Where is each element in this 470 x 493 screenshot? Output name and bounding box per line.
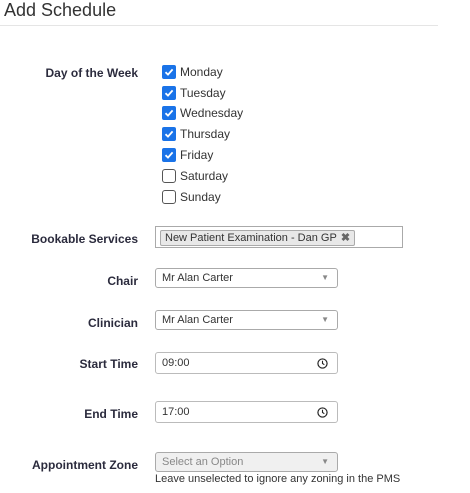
- chevron-down-icon: ▼: [321, 273, 329, 282]
- checkbox-monday[interactable]: [162, 65, 176, 79]
- clinician-label: Clinician: [87, 316, 138, 330]
- end-time-input[interactable]: 17:00: [155, 401, 338, 423]
- start-time-value: 09:00: [162, 357, 190, 369]
- clock-icon[interactable]: [317, 407, 328, 418]
- end-time-value: 17:00: [162, 406, 190, 418]
- day-option-thursday[interactable]: Thursday: [162, 125, 230, 143]
- bookable-services-label: Bookable Services: [31, 232, 138, 246]
- day-label-saturday: Saturday: [180, 169, 229, 183]
- day-label-monday: Monday: [180, 65, 223, 79]
- day-label-thursday: Thursday: [180, 127, 231, 141]
- clinician-select-value: Mr Alan Carter: [162, 314, 233, 326]
- day-option-monday[interactable]: Monday: [162, 63, 223, 81]
- title-divider: [0, 25, 438, 26]
- checkbox-sunday[interactable]: [162, 190, 176, 204]
- chair-label: Chair: [107, 274, 138, 288]
- appointment-zone-select[interactable]: Select an Option ▼: [155, 452, 338, 472]
- checkbox-thursday[interactable]: [162, 127, 176, 141]
- chevron-down-icon: ▼: [321, 457, 329, 466]
- end-time-label: End Time: [84, 407, 138, 421]
- day-label-wednesday: Wednesday: [180, 106, 244, 120]
- start-time-label: Start Time: [79, 357, 138, 371]
- selected-service-tag-label: New Patient Examination - Dan GP: [165, 232, 337, 244]
- chair-select[interactable]: Mr Alan Carter ▼: [155, 268, 338, 288]
- checkbox-friday[interactable]: [162, 148, 176, 162]
- day-option-sunday[interactable]: Sunday: [162, 188, 221, 206]
- start-time-input[interactable]: 09:00: [155, 352, 338, 374]
- clock-icon[interactable]: [317, 358, 328, 369]
- checkbox-saturday[interactable]: [162, 169, 176, 183]
- day-option-friday[interactable]: Friday: [162, 146, 213, 164]
- checkmark-icon: [164, 151, 174, 159]
- day-option-saturday[interactable]: Saturday: [162, 167, 228, 185]
- checkmark-icon: [164, 68, 174, 76]
- checkbox-tuesday[interactable]: [162, 86, 176, 100]
- day-option-tuesday[interactable]: Tuesday: [162, 84, 226, 102]
- day-of-week-label: Day of the Week: [45, 66, 138, 80]
- day-label-tuesday: Tuesday: [180, 86, 226, 100]
- selected-service-tag: New Patient Examination - Dan GP ✖: [160, 230, 356, 246]
- appointment-zone-hint: Leave unselected to ignore any zoning in…: [155, 473, 401, 485]
- checkbox-wednesday[interactable]: [162, 106, 176, 120]
- page-title: Add Schedule: [4, 0, 117, 20]
- appointment-zone-label: Appointment Zone: [32, 458, 138, 472]
- day-label-friday: Friday: [180, 148, 214, 162]
- day-option-wednesday[interactable]: Wednesday: [162, 104, 243, 122]
- remove-tag-icon[interactable]: ✖: [341, 231, 350, 245]
- checkmark-icon: [164, 130, 174, 138]
- appointment-zone-placeholder: Select an Option: [162, 456, 244, 468]
- bookable-services-multiselect[interactable]: New Patient Examination - Dan GP ✖: [155, 226, 403, 248]
- checkmark-icon: [164, 89, 174, 97]
- day-label-sunday: Sunday: [180, 190, 221, 204]
- chevron-down-icon: ▼: [321, 315, 329, 324]
- chair-select-value: Mr Alan Carter: [162, 272, 233, 284]
- clinician-select[interactable]: Mr Alan Carter ▼: [155, 310, 338, 330]
- checkmark-icon: [164, 109, 174, 117]
